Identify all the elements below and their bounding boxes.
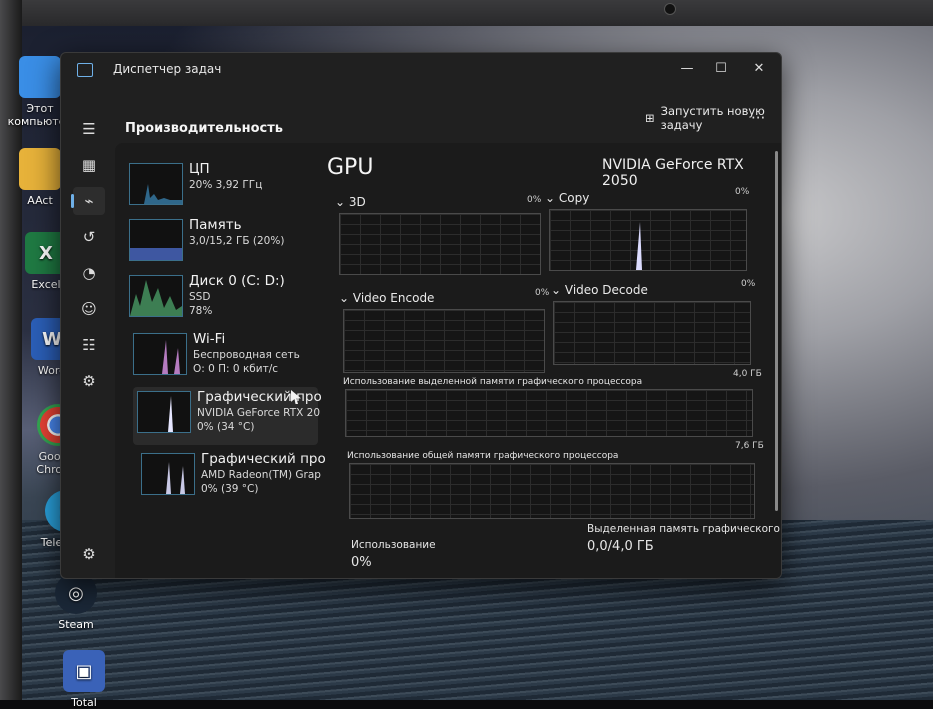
device-name: Графический про xyxy=(197,389,322,405)
gpu-thumbnail-graph xyxy=(141,453,195,495)
performance-icon[interactable]: ⌁ xyxy=(71,187,105,215)
disk-thumbnail-graph xyxy=(129,275,183,317)
copy-spike xyxy=(636,222,642,270)
maximize-button[interactable]: ☐ xyxy=(707,57,735,81)
engine-label: Video Decode xyxy=(564,283,648,297)
vertical-scrollbar[interactable] xyxy=(775,151,778,511)
graph-video-encode xyxy=(343,309,545,373)
device-disk-0[interactable]: Диск 0 (C: D:) SSD 78% xyxy=(125,271,310,329)
performance-content: ЦП 20% 3,92 ГГц Память 3,0/15,2 ГБ (20%)… xyxy=(115,143,781,578)
gpu-top-percent: 0% xyxy=(735,187,750,197)
page-title: Производительность xyxy=(125,121,284,136)
engine-percent: 0% xyxy=(527,195,542,205)
folder-icon xyxy=(19,148,61,190)
wifi-thumbnail-graph xyxy=(133,333,187,375)
navigation-rail: ☰ ▦ ⌁ ↺ ◔ ☺ ☷ ⚙ ⚙ xyxy=(61,85,115,578)
device-detail: 0% (34 °C) xyxy=(197,421,255,433)
graph-video-decode xyxy=(553,301,751,365)
desktop-icon-label: Steam xyxy=(58,618,94,631)
graph-copy xyxy=(549,209,747,271)
device-name: Память xyxy=(189,217,242,233)
engine-percent: 0% xyxy=(741,279,756,289)
task-manager-app-icon xyxy=(77,63,93,77)
engine-copy-dropdown[interactable]: ⌄ Copy xyxy=(545,191,589,205)
more-options-button[interactable]: ··· xyxy=(751,109,765,127)
device-detail: 78% xyxy=(189,305,213,317)
shared-memory-max: 7,6 ГБ xyxy=(735,441,764,451)
users-icon[interactable]: ☺ xyxy=(73,295,105,323)
minimize-button[interactable]: — xyxy=(673,57,701,81)
desktop-icon-label: Excel xyxy=(31,278,61,291)
device-cpu[interactable]: ЦП 20% 3,92 ГГц xyxy=(125,159,310,217)
run-task-icon: ⊞ xyxy=(645,111,655,125)
window-title: Диспетчер задач xyxy=(113,62,222,76)
hamburger-icon[interactable]: ☰ xyxy=(73,115,105,143)
engine-label: Copy xyxy=(558,191,590,205)
device-detail: 3,0/15,2 ГБ (20%) xyxy=(189,235,285,247)
usage-value: 0% xyxy=(351,555,372,570)
dedicated-memory-max: 4,0 ГБ xyxy=(733,369,762,379)
engine-video-decode-dropdown[interactable]: ⌄ Video Decode xyxy=(551,283,648,297)
device-detail: Беспроводная сеть xyxy=(193,349,300,361)
engine-video-encode-dropdown[interactable]: ⌄ Video Encode xyxy=(339,291,434,305)
desktop-icon-steam[interactable]: ◎ Steam xyxy=(40,572,112,631)
device-detail: 0% (39 °C) xyxy=(201,483,259,495)
services-icon[interactable]: ⚙ xyxy=(73,367,105,395)
device-detail: SSD xyxy=(189,291,211,303)
settings-icon[interactable]: ⚙ xyxy=(73,540,105,568)
title-bar[interactable]: Диспетчер задач — ☐ ✕ xyxy=(61,53,781,85)
desktop-icon-label: AAct xyxy=(27,194,53,207)
device-name: Wi-Fi xyxy=(193,331,226,347)
cpu-thumbnail-graph xyxy=(129,163,183,205)
desktop-icon-total[interactable]: ▣ Total xyxy=(48,650,120,709)
computer-icon xyxy=(19,56,61,98)
webcam xyxy=(664,3,676,15)
gpu-thumbnail-graph xyxy=(137,391,191,433)
device-detail: NVIDIA GeForce RTX 20 xyxy=(197,407,321,419)
engine-3d-dropdown[interactable]: ⌄ 3D xyxy=(335,195,366,209)
device-gpu-amd[interactable]: Графический про AMD Radeon(TM) Grap 0% (… xyxy=(137,449,326,507)
engine-label: 3D xyxy=(348,195,366,209)
device-name: Графический про xyxy=(201,451,326,467)
dedicated-mem-stat-value: 0,0/4,0 ГБ xyxy=(587,539,654,554)
app-history-icon[interactable]: ↺ xyxy=(73,223,105,251)
graph-dedicated-memory xyxy=(345,389,753,437)
dedicated-memory-label: Использование выделенной памяти графичес… xyxy=(343,377,643,387)
close-button[interactable]: ✕ xyxy=(745,57,773,81)
device-detail: 20% 3,92 ГГц xyxy=(189,179,263,191)
device-name: Диск 0 (C: D:) xyxy=(189,273,285,289)
page-header: Производительность ⊞ Запустить новую зад… xyxy=(115,93,781,143)
usage-label: Использование xyxy=(351,539,436,551)
device-name: ЦП xyxy=(189,161,210,177)
details-icon[interactable]: ☷ xyxy=(73,331,105,359)
engine-label: Video Encode xyxy=(352,291,435,305)
gpu-title: GPU xyxy=(327,155,374,180)
device-gpu-nvidia[interactable]: Графический про NVIDIA GeForce RTX 20 0%… xyxy=(133,387,322,445)
memory-thumbnail-graph xyxy=(129,219,183,261)
processes-icon[interactable]: ▦ xyxy=(73,151,105,179)
gpu-model: NVIDIA GeForce RTX 2050 xyxy=(602,157,744,189)
dedicated-mem-stat-label: Выделенная память графического проц xyxy=(587,523,781,535)
shared-memory-label: Использование общей памяти графического … xyxy=(347,451,619,461)
task-manager-window: Диспетчер задач — ☐ ✕ ☰ ▦ ⌁ ↺ ◔ ☺ ☷ ⚙ ⚙ … xyxy=(60,52,782,579)
desktop-icon-label: Total xyxy=(71,696,97,709)
total-commander-icon: ▣ xyxy=(63,650,105,692)
graph-shared-memory xyxy=(349,463,755,519)
device-detail: О: 0 П: 0 кбит/с xyxy=(193,363,279,375)
device-detail: AMD Radeon(TM) Grap xyxy=(201,469,321,481)
device-wifi[interactable]: Wi-Fi Беспроводная сеть О: 0 П: 0 кбит/с xyxy=(129,329,314,387)
startup-icon[interactable]: ◔ xyxy=(73,259,105,287)
engine-percent: 0% xyxy=(535,288,550,298)
device-memory[interactable]: Память 3,0/15,2 ГБ (20%) xyxy=(125,215,310,273)
graph-3d xyxy=(339,213,541,275)
